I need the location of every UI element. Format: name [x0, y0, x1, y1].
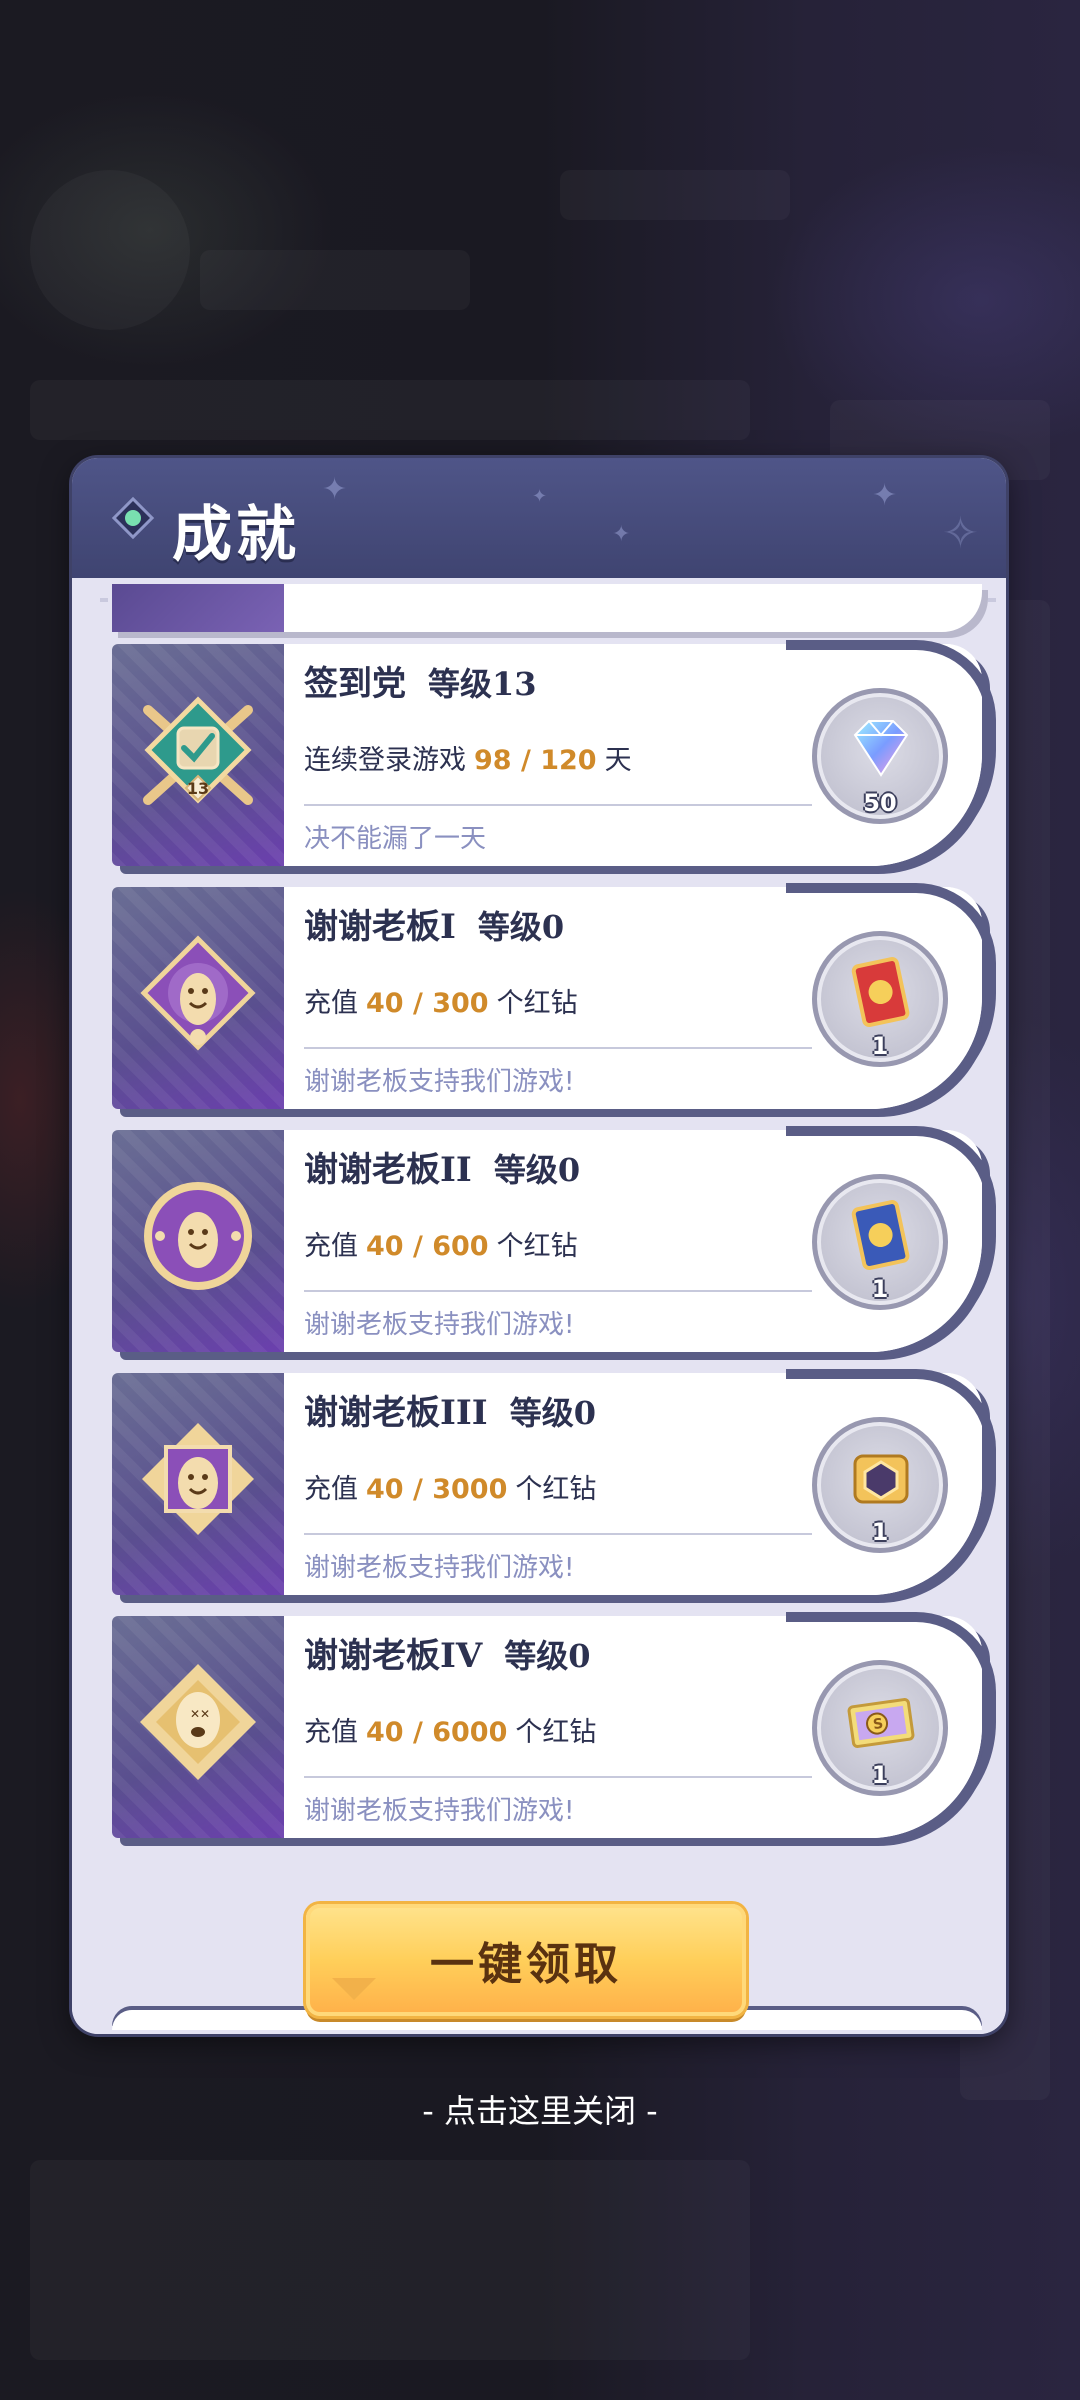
achievement-panel: 成就 ✦ ✦ ✦ ✦ ✧ 13 签到党 等级13 连续登录游戏 98 / 120… [72, 458, 1006, 2034]
achievement-progress: 40 / 300 [366, 988, 489, 1019]
red-card-icon [851, 957, 910, 1028]
achievement-level: 等级0 [493, 1151, 581, 1189]
boss-badge-4-icon: ✕ ✕ [140, 1664, 256, 1780]
divider [304, 804, 812, 806]
achievement-progress: 98 / 120 [474, 745, 597, 776]
reward-count: 1 [871, 1761, 889, 1789]
achievement-name: 签到党 [304, 664, 406, 704]
achievement-desc: 充值 [304, 988, 358, 1019]
divider [304, 1290, 812, 1292]
achievement-flavor-text: 谢谢老板支持我们游戏! [304, 1796, 575, 1826]
divider [304, 1776, 812, 1778]
divider [304, 1047, 812, 1049]
achievement-flavor-text: 谢谢老板支持我们游戏! [304, 1553, 575, 1583]
achievement-level: 等级0 [509, 1394, 596, 1432]
achievement-level: 等级0 [504, 1637, 591, 1675]
reward-button[interactable]: S 1 [812, 1660, 948, 1796]
achievement-card: 谢谢老板I 等级0 充值 40 / 300 个红钻 谢谢老板支持我们游戏! 1 [112, 883, 996, 1113]
achievement-list-area[interactable]: 13 签到党 等级13 连续登录游戏 98 / 120 天 决不能漏了一天 50… [72, 578, 1006, 2034]
achievement-desc: 充值 [304, 1474, 358, 1505]
achievement-unit: 个红钻 [515, 1717, 597, 1748]
achievement-flavor-text: 决不能漏了一天 [304, 824, 487, 854]
achievement-desc: 连续登录游戏 [304, 745, 466, 776]
panel-title: 成就 [172, 500, 300, 570]
achievement-unit: 个红钻 [496, 988, 578, 1019]
boss-badge-1-icon [140, 935, 256, 1051]
achievement-progress: 40 / 600 [366, 1231, 489, 1262]
achievement-name: 谢谢老板II [304, 1150, 472, 1190]
achievement-level: 等级13 [428, 665, 537, 703]
gem-icon [111, 496, 155, 540]
reward-count: 1 [871, 1032, 889, 1060]
achievement-thumbnail [112, 887, 284, 1109]
s-ticket-icon: S [847, 1698, 915, 1748]
reward-count: 50 [863, 789, 897, 817]
boss-badge-3-icon [142, 1423, 254, 1535]
achievement-thumbnail: ✕ ✕ [112, 1616, 284, 1838]
achievement-unit: 个红钻 [496, 1231, 578, 1262]
achievement-flavor-text: 谢谢老板支持我们游戏! [304, 1067, 575, 1097]
achievement-flavor-text: 谢谢老板支持我们游戏! [304, 1310, 575, 1340]
list-item [112, 584, 982, 632]
reward-count: 1 [871, 1518, 889, 1546]
reward-count: 1 [871, 1275, 889, 1303]
reward-button[interactable]: 1 [812, 931, 948, 1067]
checkin-badge-icon: 13 [143, 696, 253, 805]
svg-text:✕: ✕ [190, 1707, 200, 1721]
achievement-card: 13 签到党 等级13 连续登录游戏 98 / 120 天 决不能漏了一天 50 [112, 640, 996, 870]
panel-header: 成就 ✦ ✦ ✦ ✦ ✧ [72, 458, 1006, 578]
achievement-unit: 个红钻 [515, 1474, 597, 1505]
diamond-icon [853, 720, 909, 777]
divider [304, 1533, 812, 1535]
achievement-unit: 天 [604, 745, 632, 776]
achievement-desc: 充值 [304, 1717, 358, 1748]
achievement-card: 谢谢老板III 等级0 充值 40 / 3000 个红钻 谢谢老板支持我们游戏! 1 [112, 1369, 996, 1599]
achievement-card: ✕ ✕ 谢谢老板IV 等级0 充值 40 / 6000 个红钻 谢谢老板支持我们游戏! [112, 1612, 996, 1842]
achievement-thumbnail: 13 [112, 644, 284, 866]
achievement-thumbnail [112, 1373, 284, 1595]
achievement-name: 谢谢老板III [304, 1393, 488, 1433]
achievement-level: 等级0 [477, 908, 565, 946]
achievement-progress: 40 / 6000 [366, 1717, 508, 1748]
gold-chest-icon [853, 1454, 909, 1504]
claim-all-button[interactable]: 一键领取 [306, 1904, 746, 2016]
achievement-thumbnail [112, 1130, 284, 1352]
close-hint[interactable]: - 点击这里关闭 - [0, 2086, 1080, 2132]
achievement-card: 谢谢老板II 等级0 充值 40 / 600 个红钻 谢谢老板支持我们游戏! 1 [112, 1126, 996, 1356]
achievement-name: 谢谢老板IV [304, 1636, 483, 1676]
svg-text:✕: ✕ [200, 1707, 210, 1721]
reward-button[interactable]: 1 [812, 1174, 948, 1310]
achievement-desc: 充值 [304, 1231, 358, 1262]
reward-button[interactable]: 50 [812, 688, 948, 824]
reward-button[interactable]: 1 [812, 1417, 948, 1553]
achievement-name: 谢谢老板I [304, 907, 456, 947]
boss-badge-2-icon [144, 1182, 252, 1290]
badge-level-label: 13 [187, 779, 209, 798]
blue-card-icon [851, 1200, 910, 1271]
claim-all-label: 一键领取 [430, 1939, 622, 1990]
achievement-progress: 40 / 3000 [366, 1474, 508, 1505]
